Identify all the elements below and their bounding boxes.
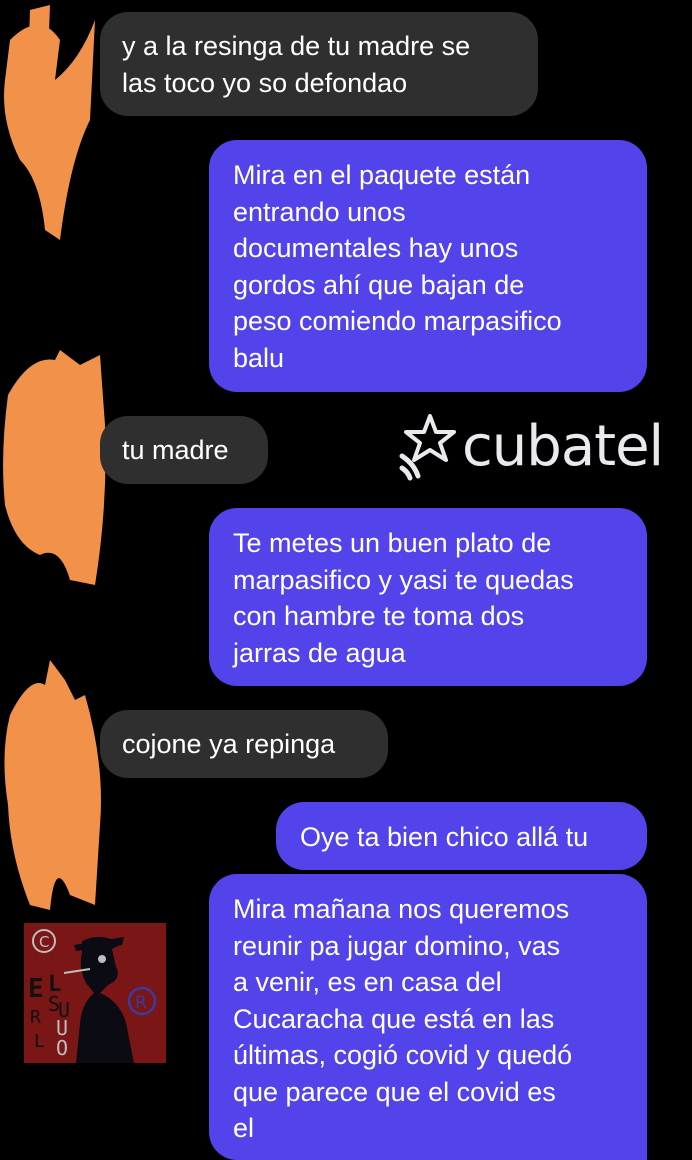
logo-letter: O — [56, 1036, 68, 1060]
logo-letter: R — [30, 1007, 41, 1028]
message-sent-2: Te metes un buen plato de marpasifico y … — [209, 508, 647, 686]
message-received-1: y a la resinga de tu madre se las toco y… — [100, 12, 538, 116]
logo-letter: E — [28, 974, 44, 1004]
cubatel-star-icon — [399, 414, 456, 481]
redaction-scribble-2 — [3, 350, 106, 585]
cubatel-wordmark: cubatel — [462, 414, 664, 479]
message-sent-4: Mira mañana nos queremos reunir pa jugar… — [209, 874, 647, 1160]
watermark-logo: C R E L R S L U U O — [24, 923, 166, 1063]
logo-letter: L — [34, 1031, 45, 1052]
svg-text:R: R — [135, 993, 147, 1013]
cubatel-watermark: cubatel — [398, 412, 664, 482]
message-received-3: cojone ya repinga — [100, 710, 388, 778]
logo-graphic: C R E L R S L U U O — [24, 923, 166, 1063]
redaction-scribble-3 — [4, 660, 102, 910]
chat-screen: { "messages": [ {"side": "received", "te… — [0, 0, 692, 1160]
message-sent-1: Mira en el paquete están entrando unos d… — [209, 140, 647, 392]
message-sent-3: Oye ta bien chico allá tu — [276, 802, 647, 870]
redaction-scribble-1 — [4, 5, 95, 240]
svg-text:C: C — [39, 933, 49, 951]
message-received-2: tu madre — [100, 416, 268, 484]
